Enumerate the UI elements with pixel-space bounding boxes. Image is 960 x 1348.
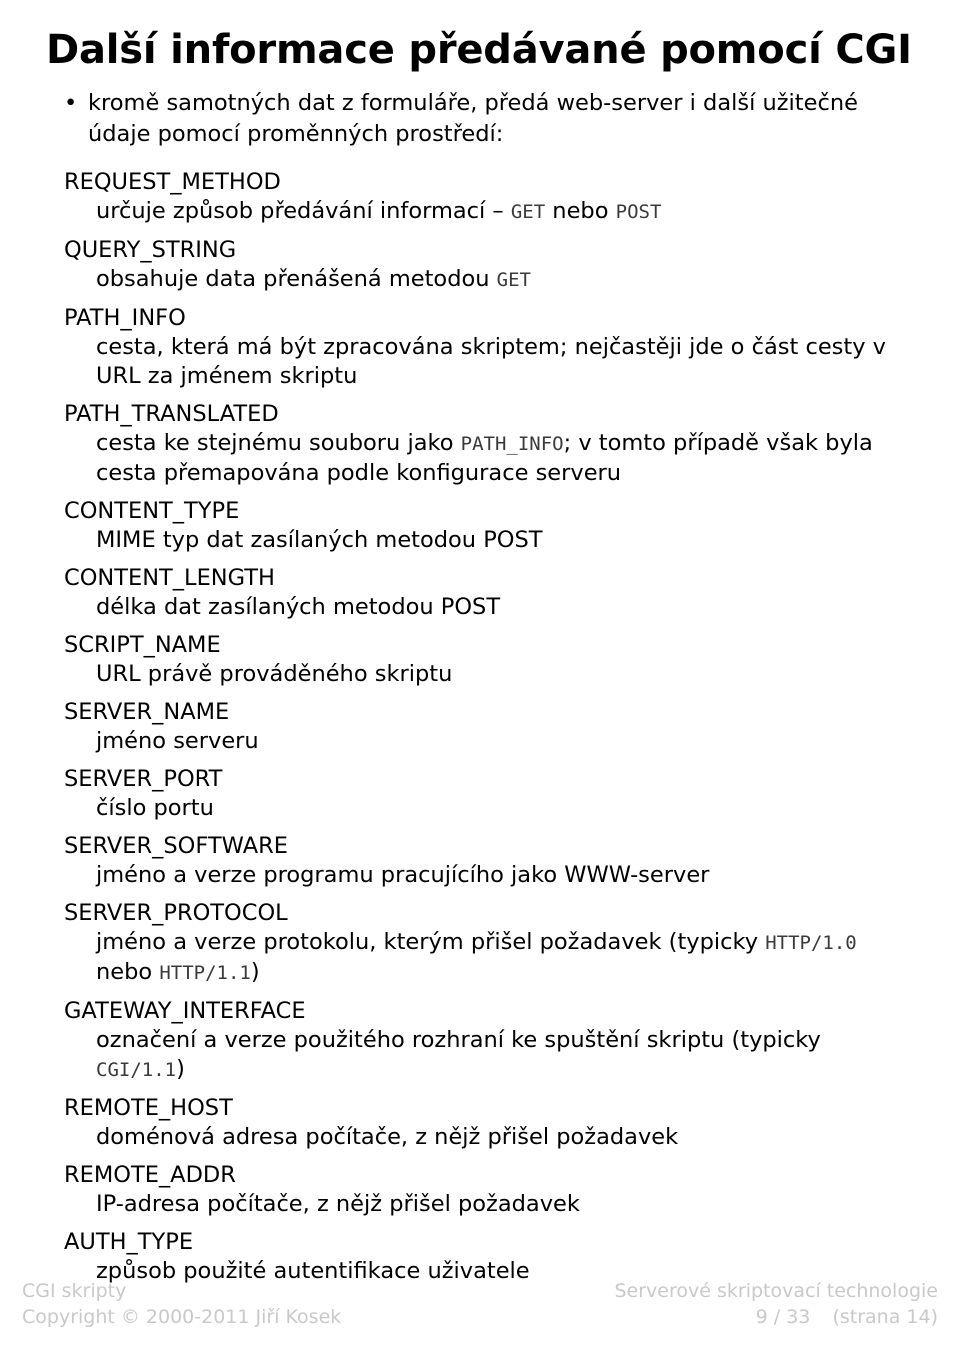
description-text: doménová adresa počítače, z nějž přišel … (96, 1124, 679, 1150)
bullet-text: kromě samotných dat z formuláře, předá w… (88, 90, 858, 147)
cgi-variable-description: MIME typ dat zasílaných metodou POST (0, 526, 960, 555)
cgi-variable-name: CONTENT_LENGTH (64, 565, 275, 591)
slide: Další informace předávané pomocí CGI • k… (0, 0, 960, 1348)
inline-code: GET (510, 201, 546, 223)
description-text: jméno serveru (96, 728, 259, 754)
description-text: označení a verze použitého rozhraní ke s… (96, 1027, 821, 1053)
cgi-variable-name: PATH_TRANSLATED (64, 401, 279, 427)
description-text: nebo (96, 959, 160, 985)
cgi-variable-description: jméno serveru (0, 727, 960, 756)
inline-code: PATH_INFO (460, 433, 564, 455)
inline-code: HTTP/1.1 (159, 962, 251, 984)
description-text: cesta ke stejnému souboru jako (96, 430, 461, 456)
cgi-variable-description: URL právě prováděného skriptu (0, 660, 960, 689)
inline-code: CGI/1.1 (96, 1059, 177, 1081)
page-absolute: (strana 14) (832, 1306, 938, 1328)
cgi-variable-name: PATH_INFO (64, 305, 186, 331)
cgi-variable-entry: SERVER_SOFTWARE jméno a verze programu pr… (0, 832, 960, 890)
cgi-variable-description: doménová adresa počítače, z nějž přišel … (0, 1123, 960, 1152)
description-text: jméno a verze programu pracujícího jako … (96, 862, 710, 888)
cgi-variable-name: REMOTE_ADDR (64, 1162, 236, 1188)
description-text: ) (176, 1056, 185, 1082)
cgi-variable-name: SERVER_PORT (64, 766, 223, 792)
cgi-variable-description: délka dat zasílaných metodou POST (0, 593, 960, 622)
description-text: URL právě prováděného skriptu (96, 661, 453, 687)
description-text: IP-adresa počítače, z nějž přišel požada… (96, 1191, 580, 1217)
cgi-variable-name: QUERY_STRING (64, 237, 237, 263)
cgi-variable-entry: SERVER_NAME jméno serveru (0, 698, 960, 756)
description-text: MIME typ dat zasílaných metodou POST (96, 527, 543, 553)
cgi-variable-entry: CONTENT_TYPE MIME typ dat zasílaných meto… (0, 497, 960, 555)
description-text: nebo (545, 198, 616, 224)
cgi-variable-description: obsahuje data přenášená metodou GET (0, 265, 960, 295)
cgi-variable-name: REQUEST_METHOD (64, 169, 281, 195)
cgi-variable-entry: SERVER_PROTOCOL jméno a verze protokolu, … (0, 899, 960, 988)
footer-course-title: Serverové skriptovací technologie (614, 1280, 939, 1302)
page-total: 33 (786, 1306, 811, 1328)
footer-right: Serverové skriptovací technologie 9 / 33… (615, 1278, 939, 1330)
description-text: ) (250, 959, 260, 985)
cgi-variable-entry: SCRIPT_NAME URL právě prováděného skriptu (0, 631, 960, 689)
cgi-variable-description: označení a verze použitého rozhraní ke s… (0, 1026, 960, 1085)
cgi-variable-description: cesta, která má být zpracována skriptem;… (0, 333, 960, 391)
cgi-variable-entry: QUERY_STRING obsahuje data přenášená meto… (0, 236, 960, 295)
cgi-variable-description: jméno a verze protokolu, kterým přišel p… (0, 928, 960, 988)
description-text: číslo portu (96, 795, 214, 821)
cgi-variable-name: CONTENT_TYPE (64, 498, 240, 524)
cgi-variable-description: jméno a verze programu pracujícího jako … (0, 861, 960, 890)
cgi-variable-name: SERVER_SOFTWARE (64, 833, 288, 859)
cgi-variable-entry: SERVER_PORT číslo portu (0, 765, 960, 823)
cgi-variable-entry: REMOTE_ADDR IP-adresa počítače, z nějž př… (0, 1161, 960, 1219)
cgi-variable-description: IP-adresa počítače, z nějž přišel požada… (0, 1190, 960, 1219)
cgi-variable-description: určuje způsob předávání informací – GET … (0, 197, 960, 227)
inline-code: POST (615, 201, 662, 223)
cgi-variable-name: REMOTE_HOST (64, 1095, 233, 1121)
cgi-variable-name: AUTH_TYPE (64, 1229, 194, 1255)
cgi-variable-entry: PATH_INFO cesta, která má být zpracována … (0, 304, 960, 391)
description-text: obsahuje data přenášená metodou (96, 266, 497, 292)
description-text: délka dat zasílaných metodou POST (96, 594, 501, 620)
cgi-variable-entry: PATH_TRANSLATED cesta ke stejnému souboru… (0, 400, 960, 488)
cgi-variable-name: SCRIPT_NAME (64, 632, 221, 658)
description-text: cesta, která má být zpracována skriptem;… (96, 334, 886, 389)
slide-body: • kromě samotných dat z formuláře, předá… (0, 88, 960, 1295)
footer-copyright: Copyright © 2000-2011 Jiří Kosek (22, 1306, 342, 1328)
slide-footer: CGI skripty Copyright © 2000-2011 Jiří K… (0, 1278, 960, 1340)
bullet-marker-icon: • (64, 90, 78, 116)
inline-code: GET (496, 269, 531, 291)
page-current: 9 (755, 1306, 768, 1328)
cgi-variable-entry: REQUEST_METHOD určuje způsob předávání in… (0, 168, 960, 227)
footer-page-numbers: 9 / 33 (strana 14) (615, 1304, 938, 1330)
page-title: Další informace předávané pomocí CGI (46, 26, 912, 73)
cgi-variable-name: GATEWAY_INTERFACE (64, 998, 306, 1024)
inline-code: HTTP/1.0 (765, 932, 857, 954)
description-text: jméno a verze protokolu, kterým přišel p… (96, 929, 766, 955)
footer-document-title: CGI skripty (22, 1280, 127, 1302)
cgi-variable-entry: GATEWAY_INTERFACE označení a verze použit… (0, 997, 960, 1085)
page-separator: / (773, 1306, 781, 1328)
cgi-variable-entry: REMOTE_HOST doménová adresa počítače, z n… (0, 1094, 960, 1152)
description-text: určuje způsob předávání informací – (96, 198, 511, 224)
footer-left: CGI skripty Copyright © 2000-2011 Jiří K… (22, 1278, 341, 1330)
cgi-variable-description: cesta ke stejnému souboru jako PATH_INFO… (0, 429, 960, 488)
cgi-variable-name: SERVER_NAME (64, 699, 230, 725)
bullet-item: • kromě samotných dat z formuláře, předá… (0, 88, 960, 150)
cgi-variable-description: číslo portu (0, 794, 960, 823)
cgi-variable-list: REQUEST_METHOD určuje způsob předávání in… (0, 168, 960, 1286)
cgi-variable-entry: CONTENT_LENGTH délka dat zasílaných metod… (0, 564, 960, 622)
cgi-variable-name: SERVER_PROTOCOL (64, 900, 288, 926)
